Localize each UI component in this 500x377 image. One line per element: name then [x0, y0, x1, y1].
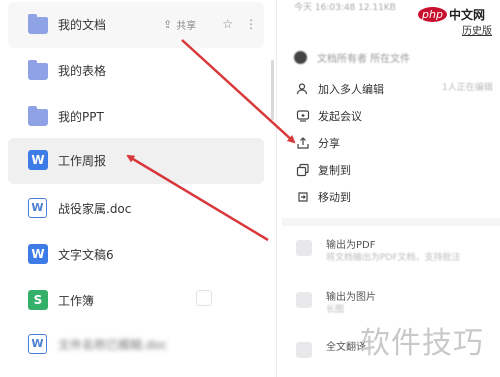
- arrow-to-share: [181, 39, 296, 144]
- annotation-arrows: [126, 39, 296, 242]
- arrow-to-weekly-report: [126, 154, 269, 242]
